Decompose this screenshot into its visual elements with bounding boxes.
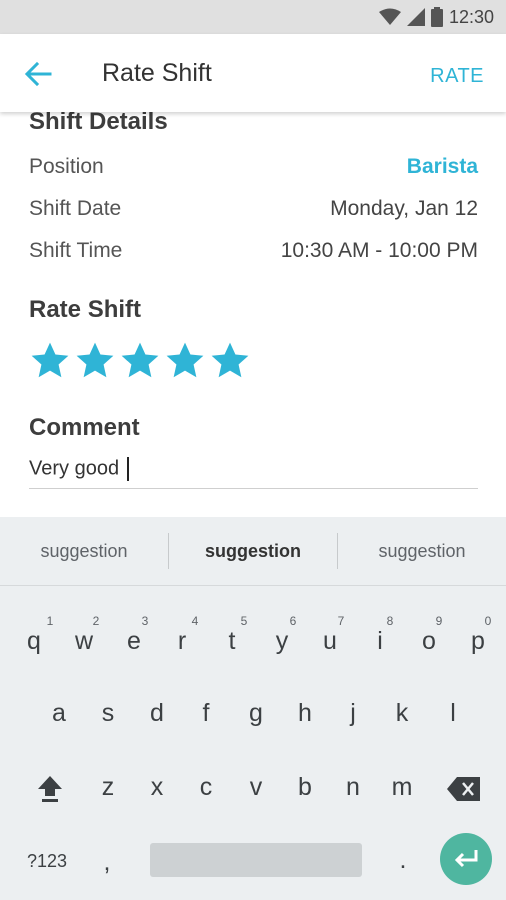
position-label: Position [29,155,104,178]
enter-icon [454,850,478,868]
wifi-icon [378,8,401,25]
key-u[interactable]: u [305,627,355,656]
shift-time-label: Shift Time [29,239,123,262]
comment-value: Very good [29,457,120,480]
key-o[interactable]: o [404,627,454,656]
key-k[interactable]: k [377,699,427,728]
status-icons: 12:30 [378,6,494,28]
key-hint-6: 6 [289,614,297,628]
key-hint-3: 3 [141,614,149,628]
key-f[interactable]: f [181,699,231,728]
key-hint-4: 4 [191,614,199,628]
position-value: Barista [406,155,478,178]
shift-details-title: Shift Details [29,112,168,135]
key-z[interactable]: z [83,773,133,802]
status-time: 12:30 [448,6,494,27]
rate-button[interactable]: RATE [430,65,484,88]
key-v[interactable]: v [231,773,281,802]
key-s[interactable]: s [83,699,133,728]
key-h[interactable]: h [280,699,330,728]
suggestion-center[interactable]: suggestion [169,517,337,585]
star-icon[interactable] [119,340,161,382]
comment-title: Comment [29,414,140,441]
keyboard: 1 2 3 4 5 6 7 8 9 0 q w e r t y u i o p … [0,586,506,900]
key-m[interactable]: m [377,773,427,802]
period-key[interactable]: . [378,846,428,875]
text-cursor [127,457,130,481]
suggestion-right[interactable]: suggestion [338,517,506,585]
comment-input[interactable]: Very good [29,457,130,481]
comma-key[interactable]: , [82,848,132,877]
key-hint-7: 7 [337,614,345,628]
key-b[interactable]: b [280,773,330,802]
shift-date-value: Monday, Jan 12 [330,197,478,220]
star-icon[interactable] [164,340,206,382]
comment-underline [29,488,478,489]
arrow-back-icon[interactable] [22,58,54,90]
key-i[interactable]: i [355,627,405,656]
star-icon[interactable] [29,340,71,382]
star-rating[interactable] [29,340,251,382]
key-n[interactable]: n [328,773,378,802]
key-hint-8: 8 [386,614,394,628]
shift-date-label: Shift Date [29,197,122,220]
key-w[interactable]: w [59,627,109,656]
suggestion-left[interactable]: suggestion [0,517,168,585]
key-hint-0: 0 [484,614,492,628]
key-hint-9: 9 [435,614,443,628]
star-icon[interactable] [74,340,116,382]
star-icon[interactable] [209,340,251,382]
app-bar: Rate Shift RATE [0,34,506,112]
battery-icon [430,7,443,27]
key-hint-2: 2 [92,614,100,628]
backspace-icon[interactable] [446,776,482,802]
space-bar[interactable] [150,843,362,877]
key-p[interactable]: p [453,627,503,656]
key-d[interactable]: d [132,699,182,728]
shift-icon[interactable] [36,774,64,804]
key-q[interactable]: q [9,627,59,656]
key-hint-5: 5 [240,614,248,628]
key-e[interactable]: e [109,627,159,656]
signal-icon [406,8,425,26]
key-t[interactable]: t [207,627,257,656]
enter-key[interactable] [440,833,492,885]
symbols-key[interactable]: ?123 [22,851,72,872]
key-y[interactable]: y [257,627,307,656]
page-title: Rate Shift [102,59,212,87]
main-content: Shift Details Position Barista Shift Dat… [0,112,506,517]
key-r[interactable]: r [157,627,207,656]
key-c[interactable]: c [181,773,231,802]
shift-time-value: 10:30 AM - 10:00 PM [280,239,478,262]
key-l[interactable]: l [428,699,478,728]
suggestion-bar: suggestion suggestion suggestion [0,517,506,586]
rate-shift-title: Rate Shift [29,296,142,323]
key-j[interactable]: j [328,699,378,728]
key-a[interactable]: a [34,699,84,728]
key-x[interactable]: x [132,773,182,802]
status-bar: 12:30 [0,0,506,34]
key-hint-1: 1 [46,614,54,628]
key-g[interactable]: g [231,699,281,728]
